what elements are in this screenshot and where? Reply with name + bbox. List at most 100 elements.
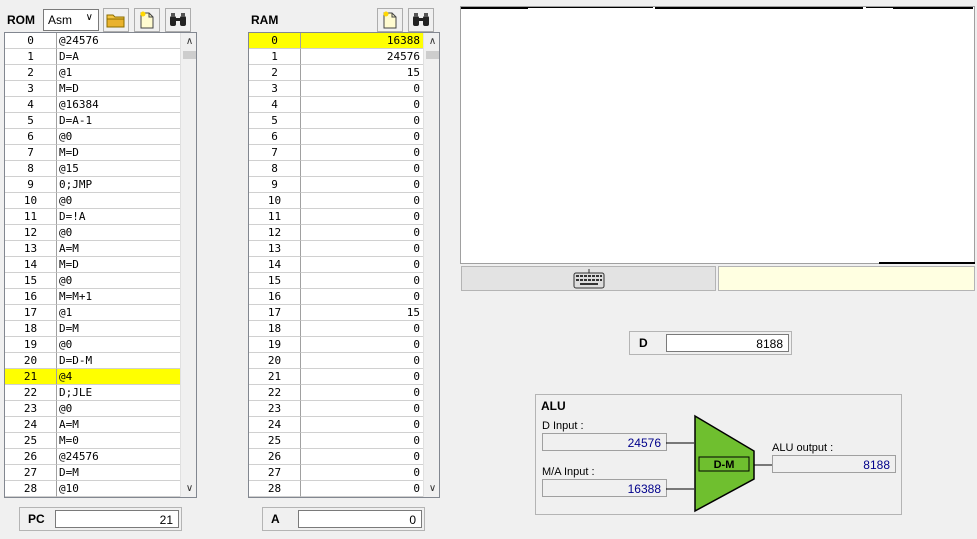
rom-row[interactable]: 27 D=M [5,465,180,481]
rom-row[interactable]: 22 D;JLE [5,385,180,401]
ram-row[interactable]: 27 0 [249,465,423,481]
rom-value[interactable]: @0 [57,273,180,289]
ram-find-button[interactable] [408,8,434,32]
rom-row[interactable]: 25 M=0 [5,433,180,449]
rom-scrollbar[interactable]: ∧ ∨ [180,33,196,497]
rom-value[interactable]: D=M [57,465,180,481]
ram-row[interactable]: 20 0 [249,353,423,369]
rom-row[interactable]: 15 @0 [5,273,180,289]
ram-row[interactable]: 0 16388 [249,33,423,49]
rom-value[interactable]: @16384 [57,97,180,113]
ram-row[interactable]: 90 [249,177,423,193]
rom-value[interactable]: @24576 [57,449,180,465]
ram-value[interactable]: 0 [301,193,423,209]
ram-row[interactable]: 15 0 [249,273,423,289]
ram-row[interactable]: 50 [249,113,423,129]
ram-value[interactable]: 0 [301,449,423,465]
rom-value[interactable]: D=D-M [57,353,180,369]
rom-row[interactable]: 17 @1 [5,305,180,321]
rom-row[interactable]: 1 D=A [5,49,180,65]
ram-row[interactable]: 16 0 [249,289,423,305]
ram-value[interactable]: 0 [301,225,423,241]
ram-row[interactable]: 80 [249,161,423,177]
ram-value[interactable]: 0 [301,177,423,193]
ram-value[interactable]: 0 [301,129,423,145]
ram-value[interactable]: 24576 [301,49,423,65]
ram-scroll-thumb[interactable] [426,51,439,59]
ram-row[interactable]: 12 0 [249,225,423,241]
rom-find-button[interactable] [165,8,191,32]
rom-row[interactable]: 5 D=A-1 [5,113,180,129]
ram-value[interactable]: 0 [301,113,423,129]
rom-row[interactable]: 21 @4 [5,369,180,385]
ram-row[interactable]: 26 0 [249,449,423,465]
rom-value[interactable]: M=D [57,257,180,273]
ram-value[interactable]: 0 [301,273,423,289]
rom-row[interactable]: 10 @0 [5,193,180,209]
ram-value[interactable]: 15 [301,65,423,81]
rom-row[interactable]: 9 0;JMP [5,177,180,193]
ram-row[interactable]: 22 0 [249,385,423,401]
ram-row[interactable]: 23 0 [249,401,423,417]
ram-row[interactable]: 19 0 [249,337,423,353]
rom-scroll-thumb[interactable] [183,51,196,59]
rom-row[interactable]: 19 @0 [5,337,180,353]
rom-row[interactable]: 20 D=D-M [5,353,180,369]
rom-value[interactable]: 0;JMP [57,177,180,193]
rom-value[interactable]: D=A-1 [57,113,180,129]
ram-row[interactable]: 13 0 [249,241,423,257]
rom-new-button[interactable] [134,8,160,32]
ram-row[interactable]: 11 0 [249,209,423,225]
ram-value[interactable]: 0 [301,401,423,417]
ram-value[interactable]: 0 [301,161,423,177]
rom-value[interactable]: @1 [57,305,180,321]
rom-row[interactable]: 12 @0 [5,225,180,241]
ram-value[interactable]: 0 [301,209,423,225]
ram-value[interactable]: 0 [301,241,423,257]
ram-value[interactable]: 0 [301,385,423,401]
keyboard-input-field[interactable] [718,266,975,291]
ram-row[interactable]: 24 0 [249,417,423,433]
rom-value[interactable]: D;JLE [57,385,180,401]
ram-value[interactable]: 0 [301,145,423,161]
rom-row[interactable]: 7 M=D [5,145,180,161]
rom-value[interactable]: @0 [57,129,180,145]
ram-row[interactable]: 28 0 [249,481,423,497]
rom-value[interactable]: @24576 [57,33,180,49]
ram-value[interactable]: 0 [301,433,423,449]
rom-row[interactable]: 4 @16384 [5,97,180,113]
ram-row[interactable]: 21 0 [249,369,423,385]
rom-row[interactable]: 16 M=M+1 [5,289,180,305]
ram-row[interactable]: 1 24576 [249,49,423,65]
scroll-down-icon[interactable]: ∨ [424,480,439,497]
ram-table[interactable]: 0 16388 1 24576 2 15 3 0 4 0 5 0 6 0 7 0 8 0 9 0 10 0 11 0 12 0 13… [248,32,440,498]
rom-value[interactable]: @0 [57,193,180,209]
ram-row[interactable]: 70 [249,145,423,161]
ram-row[interactable]: 2 15 [249,65,423,81]
scroll-down-icon[interactable]: ∨ [181,480,196,497]
ram-new-button[interactable] [377,8,403,32]
rom-row[interactable]: 14 M=D [5,257,180,273]
rom-value[interactable]: @0 [57,337,180,353]
rom-value[interactable]: @15 [57,161,180,177]
rom-row[interactable]: 0 @24576 [5,33,180,49]
ram-value[interactable]: 0 [301,481,423,497]
ram-value[interactable]: 0 [301,337,423,353]
ram-row[interactable]: 10 0 [249,193,423,209]
ram-row[interactable]: 40 [249,97,423,113]
rom-value[interactable]: M=M+1 [57,289,180,305]
ram-value[interactable]: 0 [301,353,423,369]
ram-scrollbar[interactable]: ∧ ∨ [423,33,439,497]
ram-value[interactable]: 15 [301,305,423,321]
rom-value[interactable]: @1 [57,65,180,81]
rom-row[interactable]: 11 D=!A [5,209,180,225]
rom-row[interactable]: 18 D=M [5,321,180,337]
rom-row[interactable]: 6 @0 [5,129,180,145]
ram-row[interactable]: 60 [249,129,423,145]
rom-value[interactable]: M=D [57,81,180,97]
a-field[interactable]: 0 [298,510,422,528]
pc-field[interactable]: 21 [55,510,179,528]
scroll-up-icon[interactable]: ∧ [424,33,439,50]
rom-value[interactable]: A=M [57,417,180,433]
ram-value[interactable]: 0 [301,369,423,385]
